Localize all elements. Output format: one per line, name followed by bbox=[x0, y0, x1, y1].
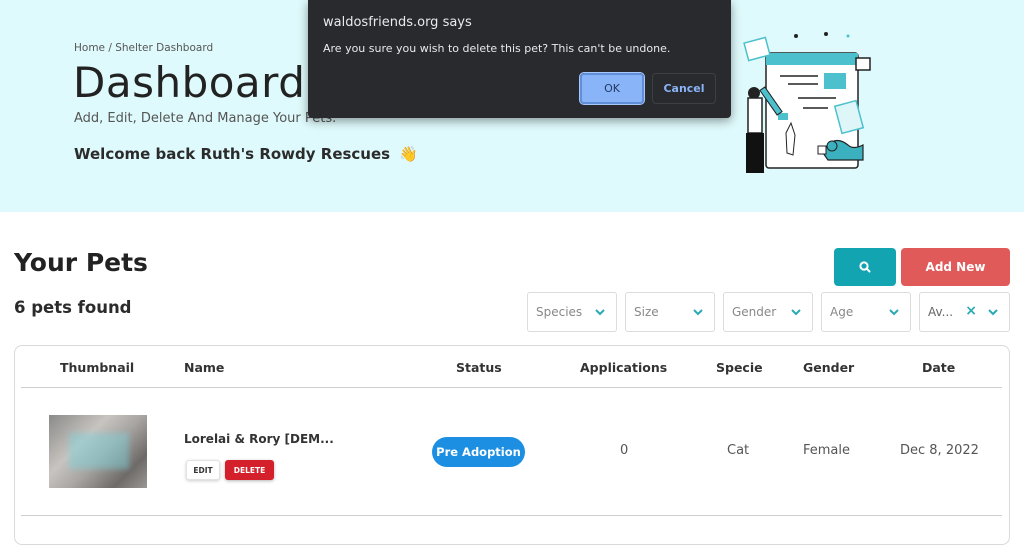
section-title: Your Pets bbox=[14, 248, 148, 277]
chevron-down-icon bbox=[791, 309, 801, 316]
welcome-message: Welcome back Ruth's Rowdy Rescues 👋 bbox=[74, 145, 418, 163]
status-badge: Pre Adoption bbox=[432, 437, 525, 467]
pet-gender: Female bbox=[803, 443, 851, 458]
filter-placeholder: Age bbox=[830, 305, 854, 319]
dialog-origin: waldosfriends.org says bbox=[323, 15, 472, 30]
pets-count: 6 pets found bbox=[14, 298, 132, 317]
filter-placeholder: Species bbox=[536, 305, 583, 319]
pet-name[interactable]: Lorelai & Rory [DEM... bbox=[184, 432, 334, 446]
column-header-applications: Applications bbox=[580, 360, 668, 375]
age-filter[interactable]: Age bbox=[821, 292, 911, 332]
chevron-down-icon bbox=[595, 309, 605, 316]
chevron-down-icon bbox=[889, 309, 899, 316]
add-new-button[interactable]: Add New bbox=[901, 248, 1010, 286]
row-divider bbox=[21, 515, 1002, 516]
gender-filter[interactable]: Gender bbox=[723, 292, 813, 332]
column-header-name: Name bbox=[184, 360, 225, 375]
page-title: Dashboard bbox=[73, 58, 306, 107]
applications-count: 0 bbox=[620, 443, 629, 458]
column-header-gender: Gender bbox=[803, 360, 855, 375]
delete-button[interactable]: DELETE bbox=[225, 460, 274, 480]
column-header-specie: Specie bbox=[716, 360, 763, 375]
size-filter[interactable]: Size bbox=[625, 292, 715, 332]
welcome-text: Welcome back Ruth's Rowdy Rescues bbox=[74, 145, 391, 163]
clear-icon[interactable]: × bbox=[965, 303, 977, 319]
column-header-thumbnail: Thumbnail bbox=[60, 360, 135, 375]
pet-date: Dec 8, 2022 bbox=[900, 443, 979, 458]
filter-value: Av... bbox=[928, 305, 954, 319]
pet-specie: Cat bbox=[727, 443, 750, 458]
chevron-down-icon bbox=[693, 309, 703, 316]
search-icon bbox=[859, 261, 871, 273]
search-button[interactable] bbox=[834, 248, 896, 286]
availability-filter[interactable]: Av... × bbox=[919, 292, 1010, 332]
dialog-ok-button[interactable]: OK bbox=[579, 72, 645, 105]
dialog-message: Are you sure you wish to delete this pet… bbox=[323, 42, 671, 55]
filter-placeholder: Size bbox=[634, 305, 659, 319]
pet-thumbnail[interactable] bbox=[49, 415, 147, 488]
species-filter[interactable]: Species bbox=[527, 292, 617, 332]
header-divider bbox=[21, 387, 1002, 388]
dashboard-illustration bbox=[743, 32, 871, 173]
column-header-status: Status bbox=[456, 360, 502, 375]
dialog-cancel-button[interactable]: Cancel bbox=[652, 73, 716, 104]
column-header-date: Date bbox=[922, 360, 956, 375]
edit-button[interactable]: EDIT bbox=[186, 460, 220, 480]
page-subtitle: Add, Edit, Delete And Manage Your Pets. bbox=[74, 111, 337, 126]
breadcrumb: Home / Shelter Dashboard bbox=[74, 42, 214, 54]
chevron-down-icon bbox=[988, 309, 998, 316]
waving-hand-icon: 👋 bbox=[399, 145, 419, 163]
filter-placeholder: Gender bbox=[732, 305, 777, 319]
